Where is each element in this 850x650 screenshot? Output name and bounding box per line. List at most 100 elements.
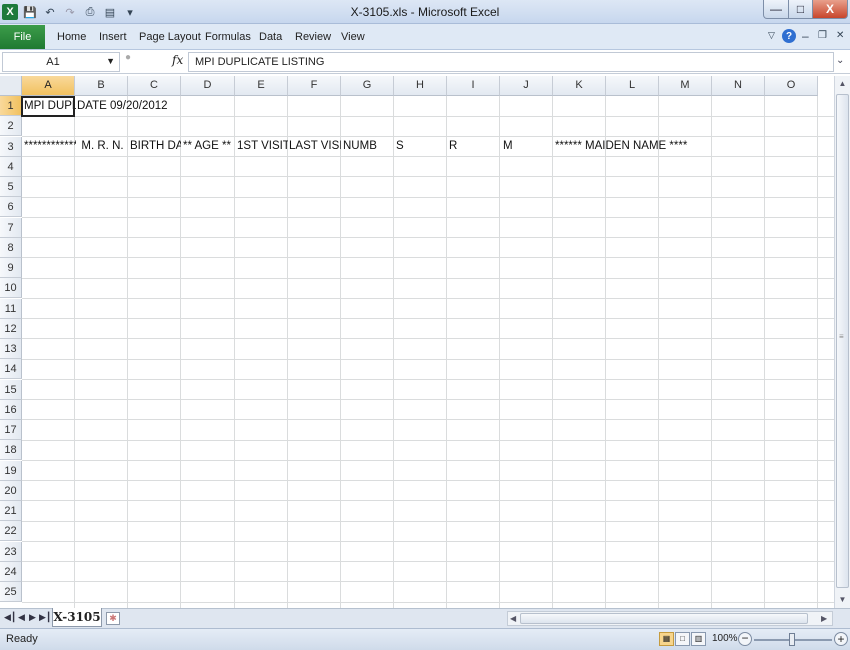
row-header-16[interactable]: 16 xyxy=(0,399,22,420)
column-header-e[interactable]: E xyxy=(235,76,288,96)
row-header-9[interactable]: 9 xyxy=(0,258,22,278)
column-header-f[interactable]: F xyxy=(288,76,341,96)
prev-sheet-icon[interactable]: ◀ xyxy=(18,612,25,623)
cell-b3[interactable]: M. R. N. xyxy=(75,136,128,156)
page-layout-view-icon[interactable]: □ xyxy=(675,632,690,646)
normal-view-icon[interactable]: ▦ xyxy=(659,632,674,646)
insert-sheet-icon[interactable]: ✱ xyxy=(106,612,120,625)
column-header-h[interactable]: H xyxy=(394,76,447,96)
cell-g3[interactable]: NUMB xyxy=(341,136,394,156)
workbook-restore-icon[interactable]: ❐ xyxy=(818,30,827,41)
column-header-j[interactable]: J xyxy=(500,76,553,96)
tab-insert[interactable]: Insert xyxy=(99,31,127,43)
cell-c3[interactable]: BIRTH DATE xyxy=(128,136,181,156)
row-header-6[interactable]: 6 xyxy=(0,197,22,218)
cell-k3[interactable]: ****** MAIDEN NAME **** xyxy=(553,136,753,156)
column-header-o[interactable]: O xyxy=(765,76,818,96)
row-header-3[interactable]: 3 xyxy=(0,136,22,157)
zoom-slider-thumb[interactable] xyxy=(789,633,795,646)
row-header-4[interactable]: 4 xyxy=(0,156,22,177)
worksheet-grid[interactable]: ABCDEFGHIJKLMNO 1 2 3 4 5 6 7 8 9 10 11 12 13 14 15 16 1… xyxy=(0,76,834,608)
minimize-button[interactable]: — xyxy=(763,0,789,19)
tab-formulas[interactable]: Formulas xyxy=(205,31,251,43)
cell-i3[interactable]: R xyxy=(447,136,500,156)
row-header-5[interactable]: 5 xyxy=(0,177,22,197)
expand-formula-bar-icon[interactable]: ⌄ xyxy=(836,55,844,66)
column-header-i[interactable]: I xyxy=(447,76,500,96)
close-button[interactable]: X xyxy=(812,0,848,19)
page-break-view-icon[interactable]: ▥ xyxy=(691,632,706,646)
row-header-15[interactable]: 15 xyxy=(0,379,22,400)
formula-bar-resize-icon[interactable]: ● xyxy=(125,52,131,63)
horizontal-scrollbar[interactable]: ◀ ▶ xyxy=(507,611,833,626)
row-header-19[interactable]: 19 xyxy=(0,460,22,481)
row-header-2[interactable]: 2 xyxy=(0,116,22,137)
row-header-7[interactable]: 7 xyxy=(0,217,22,238)
row-header-1[interactable]: 1 xyxy=(0,96,22,116)
row-header-25[interactable]: 25 xyxy=(0,582,22,602)
next-sheet-icon[interactable]: ▶ xyxy=(29,612,36,623)
cell-d3[interactable]: ** AGE ** xyxy=(181,136,235,156)
row-header-22[interactable]: 22 xyxy=(0,521,22,542)
tab-file[interactable]: File xyxy=(0,25,45,49)
scroll-grip-icon: ≡ xyxy=(839,332,844,341)
row-header-24[interactable]: 24 xyxy=(0,561,22,582)
zoom-out-icon[interactable]: − xyxy=(738,632,752,646)
row-header-8[interactable]: 8 xyxy=(0,237,22,258)
column-header-g[interactable]: G xyxy=(341,76,394,96)
column-header-b[interactable]: B xyxy=(75,76,128,96)
row-header-17[interactable]: 17 xyxy=(0,420,22,440)
column-header-d[interactable]: D xyxy=(181,76,235,96)
cell-e3[interactable]: 1ST VISIT xyxy=(235,136,288,156)
maximize-button[interactable]: □ xyxy=(788,0,813,19)
column-header-a[interactable]: A xyxy=(22,76,75,96)
scroll-left-icon[interactable]: ◀ xyxy=(510,612,516,625)
tab-view[interactable]: View xyxy=(341,31,365,43)
gridline-horizontal xyxy=(22,338,834,340)
row-header-20[interactable]: 20 xyxy=(0,480,22,501)
insert-function-icon[interactable]: fx xyxy=(172,53,183,67)
row-header-13[interactable]: 13 xyxy=(0,339,22,359)
column-header-m[interactable]: M xyxy=(659,76,712,96)
row-header-18[interactable]: 18 xyxy=(0,440,22,461)
workbook-minimize-icon[interactable]: – xyxy=(802,29,809,43)
status-text: Ready xyxy=(6,633,38,645)
first-sheet-icon[interactable]: ◀┃ xyxy=(4,612,16,623)
horizontal-scroll-thumb[interactable] xyxy=(520,613,808,624)
column-header-k[interactable]: K xyxy=(553,76,606,96)
column-header-c[interactable]: C xyxy=(128,76,181,96)
tab-page-layout[interactable]: Page Layout xyxy=(139,31,201,43)
name-box[interactable]: A1 ▼ xyxy=(2,52,120,72)
cell-h3[interactable]: S xyxy=(394,136,447,156)
cell-j3[interactable]: M xyxy=(500,136,553,156)
column-header-l[interactable]: L xyxy=(606,76,659,96)
formula-input[interactable]: MPI DUPLICATE LISTING xyxy=(188,52,834,72)
scroll-up-icon[interactable]: ▲ xyxy=(835,76,850,92)
column-header-n[interactable]: N xyxy=(712,76,765,96)
cell-a3[interactable]: ************ xyxy=(22,136,76,156)
row-header-14[interactable]: 14 xyxy=(0,359,22,380)
row-header-11[interactable]: 11 xyxy=(0,298,22,319)
row-header-12[interactable]: 12 xyxy=(0,318,22,339)
last-sheet-icon[interactable]: ▶┃ xyxy=(39,612,51,623)
scroll-right-icon[interactable]: ▶ xyxy=(821,612,827,625)
tab-review[interactable]: Review xyxy=(295,31,331,43)
scroll-down-icon[interactable]: ▼ xyxy=(835,592,850,608)
vertical-scroll-thumb[interactable] xyxy=(836,94,849,588)
vertical-scrollbar[interactable]: ▲ ≡ ▼ xyxy=(834,76,850,608)
select-all-corner[interactable] xyxy=(0,76,22,96)
sheet-tab-x-3105[interactable]: X-3105 xyxy=(52,608,102,627)
row-header-10[interactable]: 10 xyxy=(0,278,22,299)
workbook-close-icon[interactable]: ✕ xyxy=(836,30,844,41)
row-header-23[interactable]: 23 xyxy=(0,541,22,562)
zoom-in-icon[interactable]: + xyxy=(834,632,848,646)
tab-home[interactable]: Home xyxy=(57,31,86,43)
cell-f3[interactable]: LAST VISIT xyxy=(288,136,341,156)
ribbon-collapse-icon[interactable]: ▽ xyxy=(768,30,775,41)
row-header-21[interactable]: 21 xyxy=(0,501,22,521)
help-icon[interactable]: ? xyxy=(782,29,796,43)
tab-data[interactable]: Data xyxy=(259,31,282,43)
cell-b1[interactable]: DATE 09/20/2012 xyxy=(75,96,275,116)
zoom-level[interactable]: 100% xyxy=(712,633,738,644)
chevron-down-icon[interactable]: ▼ xyxy=(106,56,115,66)
